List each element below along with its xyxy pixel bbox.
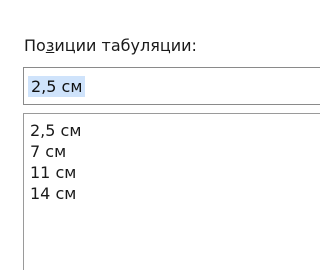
input-selected-text[interactable]: 2,5 см (28, 76, 86, 97)
tab-stop-position-label: Позиции табуляции: (24, 36, 197, 56)
label-rest: иции табуляции: (54, 36, 197, 55)
list-item[interactable]: 11 см (30, 162, 320, 183)
list-item[interactable]: 7 см (30, 141, 320, 162)
label-prefix: По (24, 36, 46, 55)
list-item[interactable]: 14 см (30, 183, 320, 204)
tab-stop-position-input[interactable]: 2,5 см (23, 67, 320, 105)
tab-stops-panel: Позиции табуляции: 2,5 см 2,5 см 7 см 11… (0, 0, 320, 270)
tab-stop-list-items: 2,5 см 7 см 11 см 14 см (24, 114, 320, 204)
list-item[interactable]: 2,5 см (30, 120, 320, 141)
tab-stop-list[interactable]: 2,5 см 7 см 11 см 14 см (23, 113, 320, 270)
